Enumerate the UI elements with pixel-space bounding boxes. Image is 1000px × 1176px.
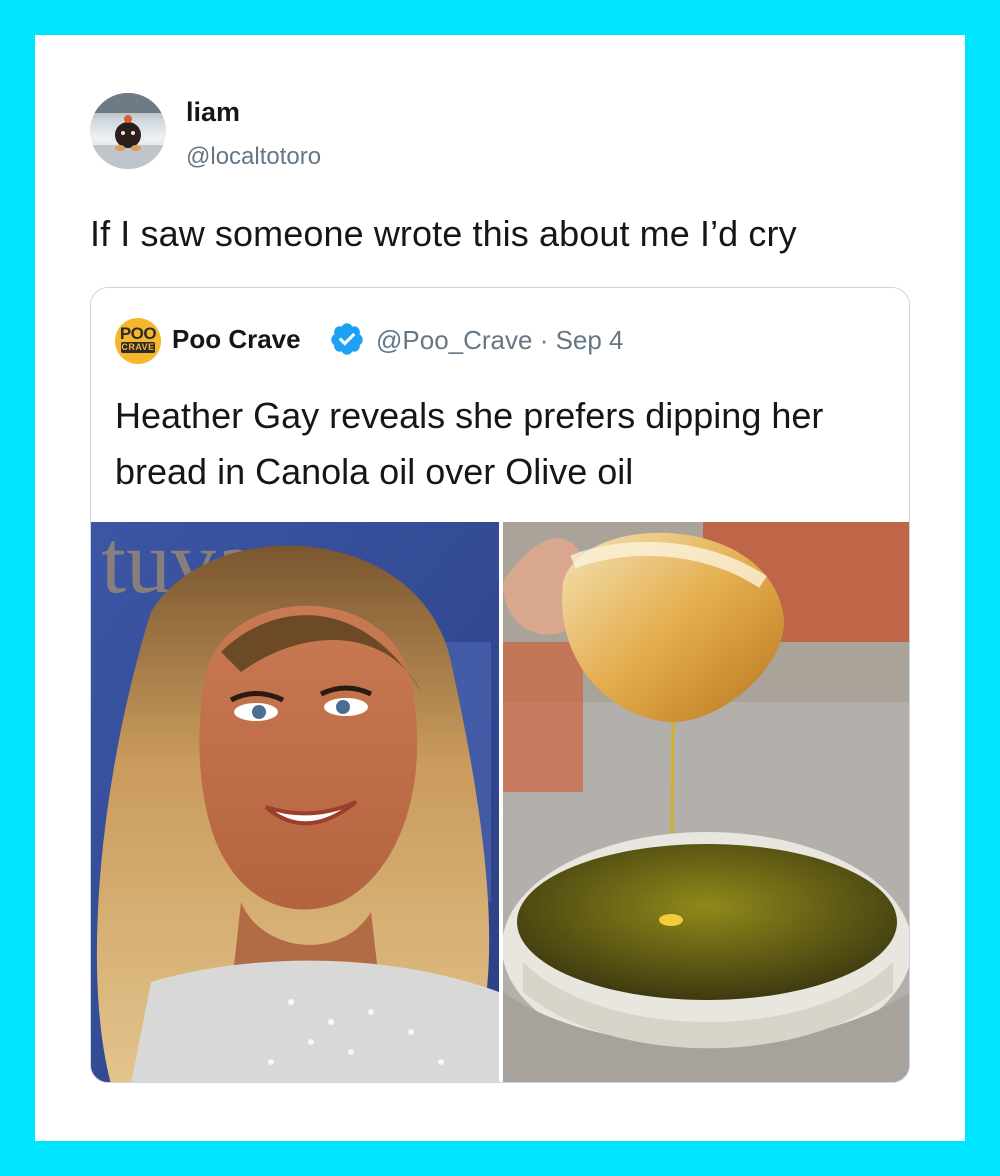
author-handle[interactable]: @localtotoro — [186, 143, 321, 171]
media-image-bread-oil[interactable] — [503, 522, 909, 1082]
quoted-tweet[interactable]: POO CRAVE Poo Crave @Poo_Crave · Sep 4 H… — [90, 287, 910, 1083]
quoted-handle-date[interactable]: @Poo_Crave · Sep 4 — [376, 325, 624, 356]
verified-badge-icon — [331, 323, 363, 355]
photo-woman-smiling-icon: tuvas — [91, 522, 499, 1082]
author-name[interactable]: liam — [186, 97, 240, 128]
media-grid: tuvas — [91, 522, 909, 1082]
quoted-tweet-text: Heather Gay reveals she prefers dipping … — [115, 395, 824, 492]
author-avatar[interactable] — [90, 93, 166, 169]
tweet-card: liam @localtotoro If I saw someone wrote… — [35, 35, 965, 1141]
poo-crave-logo[interactable]: POO CRAVE — [115, 318, 161, 364]
media-image-woman[interactable]: tuvas — [91, 522, 499, 1082]
photo-bread-dipping-oil-icon — [503, 522, 909, 1082]
logo-text-bottom: CRAVE — [121, 342, 155, 353]
logo-text-top: POO — [119, 324, 157, 343]
avatar-character-icon — [90, 93, 166, 169]
quoted-author-name[interactable]: Poo Crave — [172, 324, 301, 355]
tweet-text: If I saw someone wrote this about me I’d… — [90, 213, 797, 254]
